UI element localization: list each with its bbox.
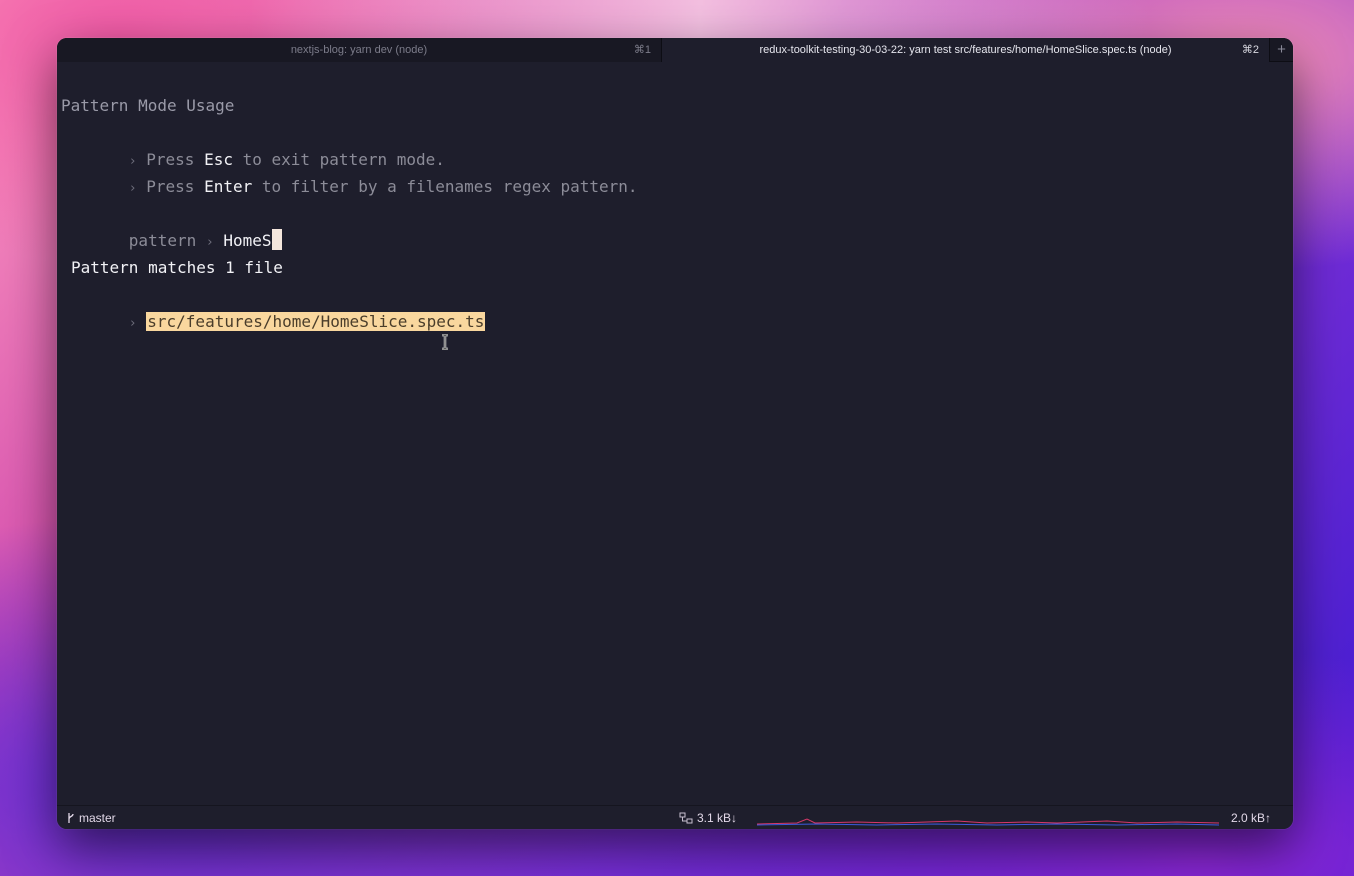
pattern-prompt[interactable]: pattern › HomeS — [71, 200, 282, 250]
hint-line-enter: › Press Enter to filter by a filenames r… — [71, 146, 638, 196]
plus-icon: + — [1277, 41, 1286, 58]
prompt-separator: › — [205, 235, 214, 250]
text-cursor — [271, 229, 282, 250]
hint-text: to filter by a filenames regex pattern. — [252, 177, 638, 196]
matched-file-path[interactable]: src/features/home/HomeSlice.spec.ts — [146, 312, 486, 331]
tab-redux-toolkit-testing[interactable]: redux-toolkit-testing-30-03-22: yarn tes… — [662, 38, 1269, 62]
hint-text: Press — [146, 177, 205, 196]
network-sparkline — [757, 818, 1219, 826]
result-heading: Pattern matches 1 file — [71, 258, 283, 277]
tab-shortcut: ⌘2 — [1241, 44, 1259, 56]
usage-heading: Pattern Mode Usage — [61, 96, 235, 115]
git-branch-icon — [68, 813, 74, 823]
network-download: 3.1 kB↓ — [679, 806, 737, 829]
branch-name: master — [79, 811, 116, 825]
bullet-chevron: › — [128, 181, 137, 196]
bullet-chevron: › — [128, 316, 137, 331]
tab-title: nextjs-blog: yarn dev (node) — [290, 44, 428, 56]
tab-shortcut: ⌘1 — [633, 44, 651, 56]
tab-nextjs-blog[interactable]: nextjs-blog: yarn dev (node) ⌘1 — [57, 38, 662, 62]
network-icon — [679, 812, 693, 824]
hint-line-esc: › Press Esc to exit pattern mode. — [71, 119, 445, 169]
tab-bar: nextjs-blog: yarn dev (node) ⌘1 redux-to… — [57, 38, 1293, 62]
wallpaper-highlight — [250, 0, 1150, 40]
prompt-label: pattern — [128, 231, 197, 250]
status-bar: master 3.1 kB↓ 2.0 kB↑ — [57, 805, 1293, 829]
tab-title: redux-toolkit-testing-30-03-22: yarn tes… — [759, 44, 1172, 56]
upload-rate: 2.0 kB↑ — [1230, 811, 1271, 825]
match-row[interactable]: › src/features/home/HomeSlice.spec.ts — [71, 281, 486, 331]
terminal-output[interactable]: Pattern Mode Usage › Press Esc to exit p… — [57, 62, 1293, 805]
new-tab-button[interactable]: + — [1269, 38, 1293, 61]
download-rate: 3.1 kB↓ — [697, 811, 738, 825]
ibeam-cursor-icon — [442, 334, 448, 350]
hint-key: Enter — [204, 177, 253, 196]
terminal-window: nextjs-blog: yarn dev (node) ⌘1 redux-to… — [57, 38, 1293, 829]
pattern-input[interactable]: HomeS — [223, 231, 271, 250]
git-branch-indicator[interactable]: master — [67, 806, 116, 829]
